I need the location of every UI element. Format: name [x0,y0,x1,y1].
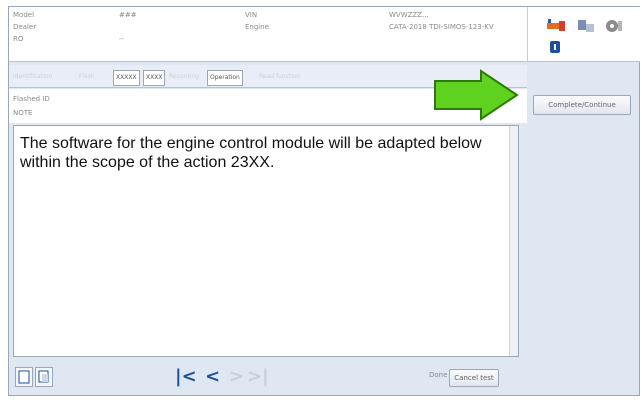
previous-page-icon[interactable]: < [205,367,220,387]
model-value: ### [119,11,137,19]
info-icon[interactable] [550,41,560,53]
tab-xxxx[interactable]: XXXX [143,70,166,86]
print-button[interactable] [15,367,33,387]
dealer-label: Dealer [13,23,37,31]
bottom-toolbar: |< < > >| Done Cancel test [9,359,527,395]
tab-read-function[interactable]: Read function [259,70,301,84]
engine-label: Engine [245,23,269,31]
copy-icon [38,370,49,383]
first-page-icon[interactable]: |< [175,367,197,387]
diagnostic-plug-icon[interactable] [546,17,568,35]
toolbar-icons [527,7,640,62]
engine-code-value: CATA-2018 TDI-SIMOS-123-KV [389,23,494,31]
message-panel: The software for the engine control modu… [13,125,519,357]
next-page-icon[interactable]: > [229,367,244,387]
vehicle-header: Model ### Dealer RO -- VIN Engine WVWZZZ… [9,7,527,62]
ro-value: -- [119,35,125,43]
document-icon [18,370,30,384]
tab-identification[interactable]: Identification [13,70,52,84]
cancel-test-button[interactable]: Cancel test [449,369,499,387]
connection-icon[interactable] [576,17,596,35]
ro-label: RO [13,35,24,43]
diagnostic-window: Model ### Dealer RO -- VIN Engine WVWZZZ… [8,6,640,396]
scrollbar[interactable] [509,126,518,356]
tab-xxxxx[interactable]: XXXXX [113,70,140,86]
instruction-text: The software for the engine control modu… [20,135,482,171]
tab-recording[interactable]: Recording [169,70,199,84]
tab-operation[interactable]: Operation [207,70,243,86]
vin-value: WVWZZZ... [389,11,429,19]
done-label: Done [429,371,448,379]
flashed-id-label: Flashed ID [13,95,50,103]
vin-label: VIN [245,11,258,19]
copy-button[interactable] [35,367,53,387]
settings-icon[interactable] [604,17,626,35]
last-page-icon[interactable]: >| [247,367,269,387]
complete-continue-button[interactable]: Complete/Continue [533,95,631,115]
pointer-arrow-icon [434,69,519,121]
model-label: Model [13,11,35,19]
tab-flash[interactable]: Flash [79,70,95,84]
side-panel: Complete/Continue [527,85,639,395]
note-label: NOTE [13,109,33,117]
